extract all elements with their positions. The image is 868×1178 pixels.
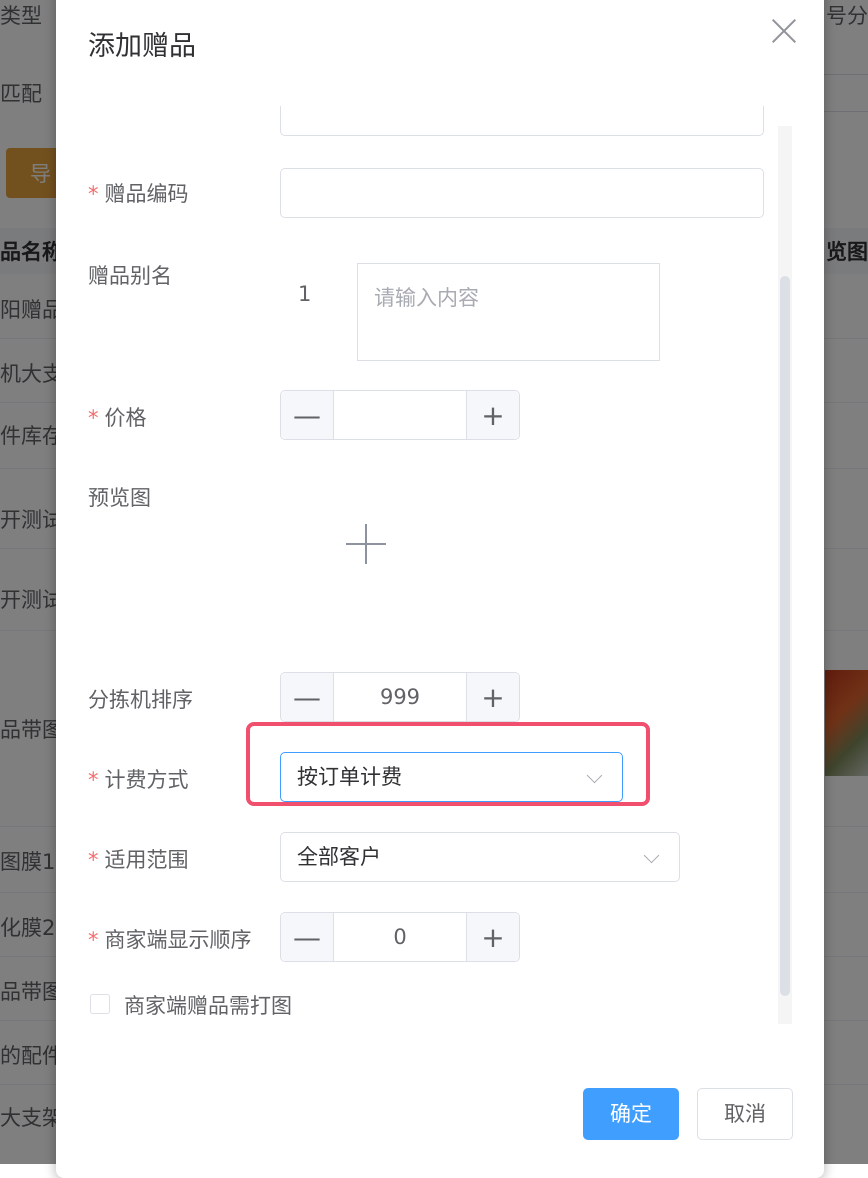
plus-icon[interactable]: + xyxy=(466,673,519,721)
body-clip-mask xyxy=(56,1024,824,1054)
plus-icon[interactable]: + xyxy=(466,913,519,961)
alias-index: 1 xyxy=(298,282,312,306)
chevron-down-icon xyxy=(586,767,603,784)
dialog-title: 添加赠品 xyxy=(88,31,196,62)
confirm-button[interactable]: 确定 xyxy=(583,1088,679,1140)
sort-order-stepper[interactable]: — 999 + xyxy=(280,672,520,722)
field-label-scope: * 适用范围 xyxy=(88,848,189,872)
need-print-checkbox[interactable] xyxy=(90,994,110,1014)
need-print-label[interactable]: 商家端赠品需打图 xyxy=(124,990,292,1020)
price-value[interactable] xyxy=(333,391,467,439)
field-label-code: * 赠品编码 xyxy=(88,182,189,206)
field-label-preview: 预览图 xyxy=(88,486,151,510)
billing-method-value: 按订单计费 xyxy=(297,765,402,789)
scope-select[interactable]: 全部客户 xyxy=(280,832,680,882)
field-label-sort-order: 分拣机排序 xyxy=(88,688,193,712)
field-label-merchant-order: * 商家端显示顺序 xyxy=(88,928,252,952)
chevron-down-icon xyxy=(643,847,660,864)
scrollbar-thumb[interactable] xyxy=(780,276,790,996)
plus-icon[interactable]: + xyxy=(466,391,519,439)
gift-code-input[interactable] xyxy=(280,168,764,218)
minus-icon[interactable]: — xyxy=(281,391,334,439)
field-label-price: * 价格 xyxy=(88,406,147,430)
billing-method-select[interactable]: 按订单计费 xyxy=(280,752,623,802)
close-icon[interactable] xyxy=(768,14,800,46)
scope-value: 全部客户 xyxy=(297,845,381,869)
merchant-order-stepper[interactable]: — 0 + xyxy=(280,912,520,962)
field-label-billing: * 计费方式 xyxy=(88,768,189,792)
merchant-order-value[interactable]: 0 xyxy=(333,913,467,961)
field-label-alias: 赠品别名 xyxy=(88,264,172,288)
scrolled-input[interactable] xyxy=(280,106,764,136)
minus-icon[interactable]: — xyxy=(281,673,334,721)
plus-icon[interactable] xyxy=(346,524,386,564)
alias-textarea[interactable]: 请输入内容 xyxy=(357,263,660,361)
add-gift-dialog: 添加赠品 * 赠品编码 赠品别名 1 请输入内容 * 价格 — + 预览图 分拣机排… xyxy=(56,0,824,1178)
price-stepper[interactable]: — + xyxy=(280,390,520,440)
minus-icon[interactable]: — xyxy=(281,913,334,961)
cancel-button[interactable]: 取消 xyxy=(697,1088,793,1140)
sort-order-value[interactable]: 999 xyxy=(333,673,467,721)
